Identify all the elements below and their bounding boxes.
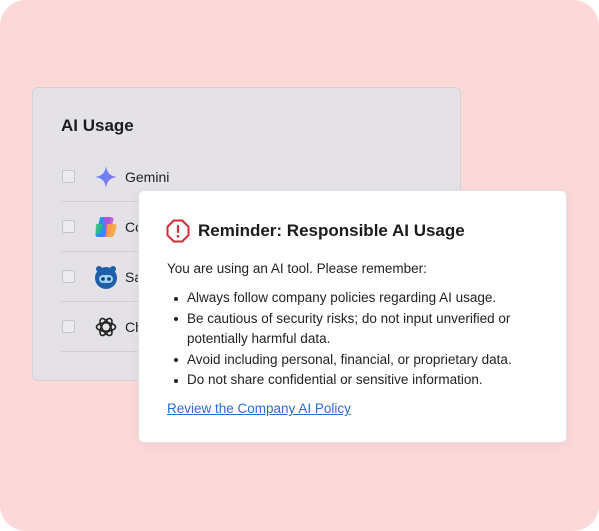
- dialog-intro: You are using an AI tool. Please remembe…: [167, 261, 427, 276]
- ai-usage-title: AI Usage: [61, 116, 134, 135]
- list-item: Always follow company policies regarding…: [167, 288, 552, 309]
- sana-icon: [93, 264, 119, 290]
- dialog-header: Reminder: Responsible AI Usage: [166, 219, 465, 243]
- reminder-list: Always follow company policies regarding…: [167, 288, 552, 391]
- list-item: Do not share confidential or sensitive i…: [167, 370, 552, 391]
- policy-link[interactable]: Review the Company AI Policy: [167, 401, 351, 416]
- tool-checkbox[interactable]: [62, 220, 75, 233]
- gemini-icon: [93, 164, 119, 190]
- copilot-icon: [93, 214, 119, 240]
- page-background: AI Usage Gemini Co Sa Ch Reminder: Respo…: [0, 0, 599, 531]
- tool-label: Gemini: [125, 168, 170, 185]
- responsible-ai-reminder-dialog: Reminder: Responsible AI Usage You are u…: [138, 190, 567, 443]
- chatgpt-icon: [93, 314, 119, 340]
- alert-octagon-icon: [166, 219, 190, 243]
- dialog-title: Reminder: Responsible AI Usage: [198, 221, 465, 240]
- tool-checkbox[interactable]: [62, 320, 75, 333]
- tool-checkbox[interactable]: [62, 270, 75, 283]
- list-item: Avoid including personal, financial, or …: [167, 350, 552, 371]
- tool-checkbox[interactable]: [62, 170, 75, 183]
- list-item: Be cautious of security risks; do not in…: [167, 309, 552, 350]
